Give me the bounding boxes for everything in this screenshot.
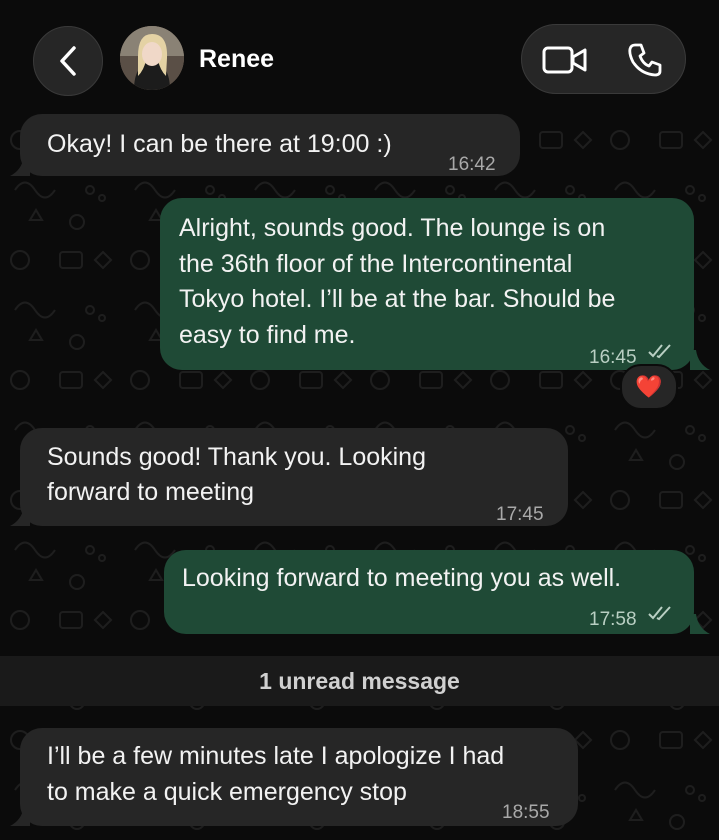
message-time: 17:45 — [496, 504, 544, 525]
call-actions — [521, 24, 686, 94]
message-bubble-outgoing[interactable]: Looking forward to meeting you as well. … — [164, 550, 694, 634]
bubble-tail — [10, 156, 30, 176]
message-line: to make a quick emergency stop — [47, 778, 407, 806]
video-camera-icon — [542, 46, 587, 74]
read-receipt-icon — [648, 606, 671, 621]
message-time: 18:55 — [502, 802, 550, 823]
message-line: Alright, sounds good. The lounge is on — [179, 214, 606, 242]
avatar-photo — [120, 26, 184, 90]
bubble-tail — [10, 806, 30, 826]
bubble-tail — [690, 350, 710, 370]
message-bubble-incoming[interactable]: Sounds good! Thank you. Looking forward … — [20, 428, 568, 526]
message-bubble-outgoing[interactable]: Alright, sounds good. The lounge is on t… — [160, 198, 694, 370]
voice-call-button[interactable] — [624, 40, 666, 80]
message-text: Okay! I can be there at 19:00 :) — [47, 130, 392, 158]
read-receipt-icon — [648, 344, 671, 359]
contact-name[interactable]: Renee — [199, 45, 274, 74]
message-text: Looking forward to meeting you as well. — [182, 564, 622, 592]
message-line: Sounds good! Thank you. Looking — [47, 443, 426, 471]
message-bubble-incoming[interactable]: I’ll be a few minutes late I apologize I… — [20, 728, 578, 826]
heart-reaction: ❤️ — [635, 374, 663, 399]
unread-label: 1 unread message — [259, 667, 460, 694]
back-button[interactable] — [33, 26, 103, 96]
message-line: easy to find me. — [179, 321, 356, 349]
chevron-left-icon — [60, 46, 76, 76]
message-time: 16:42 — [448, 154, 496, 175]
bubble-tail — [690, 614, 710, 634]
message-line: I’ll be a few minutes late I apologize I… — [47, 742, 505, 770]
unread-divider: 1 unread message — [0, 656, 719, 706]
phone-icon — [628, 43, 662, 77]
video-call-button[interactable] — [540, 42, 590, 78]
avatar[interactable] — [120, 26, 184, 90]
message-line: forward to meeting — [47, 478, 255, 506]
reaction-badge[interactable]: ❤️ — [620, 364, 678, 410]
message-time: 17:58 — [589, 609, 637, 630]
message-bubble-incoming[interactable]: Okay! I can be there at 19:00 :) 16:42 — [20, 114, 520, 176]
chat-header: Renee — [0, 0, 719, 112]
message-line: the 36th floor of the Intercontinental — [179, 250, 573, 278]
message-line: Tokyo hotel. I’ll be at the bar. Should … — [179, 285, 616, 313]
bubble-tail — [10, 506, 30, 526]
